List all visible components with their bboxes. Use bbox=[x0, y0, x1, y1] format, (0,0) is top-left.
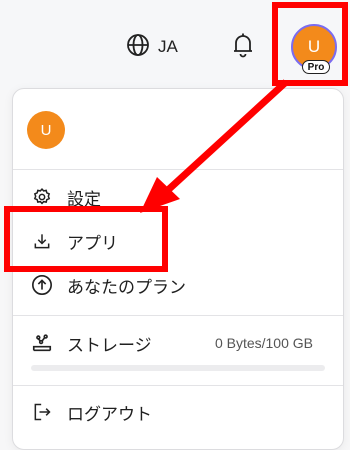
annotation-arrow bbox=[140, 79, 289, 213]
